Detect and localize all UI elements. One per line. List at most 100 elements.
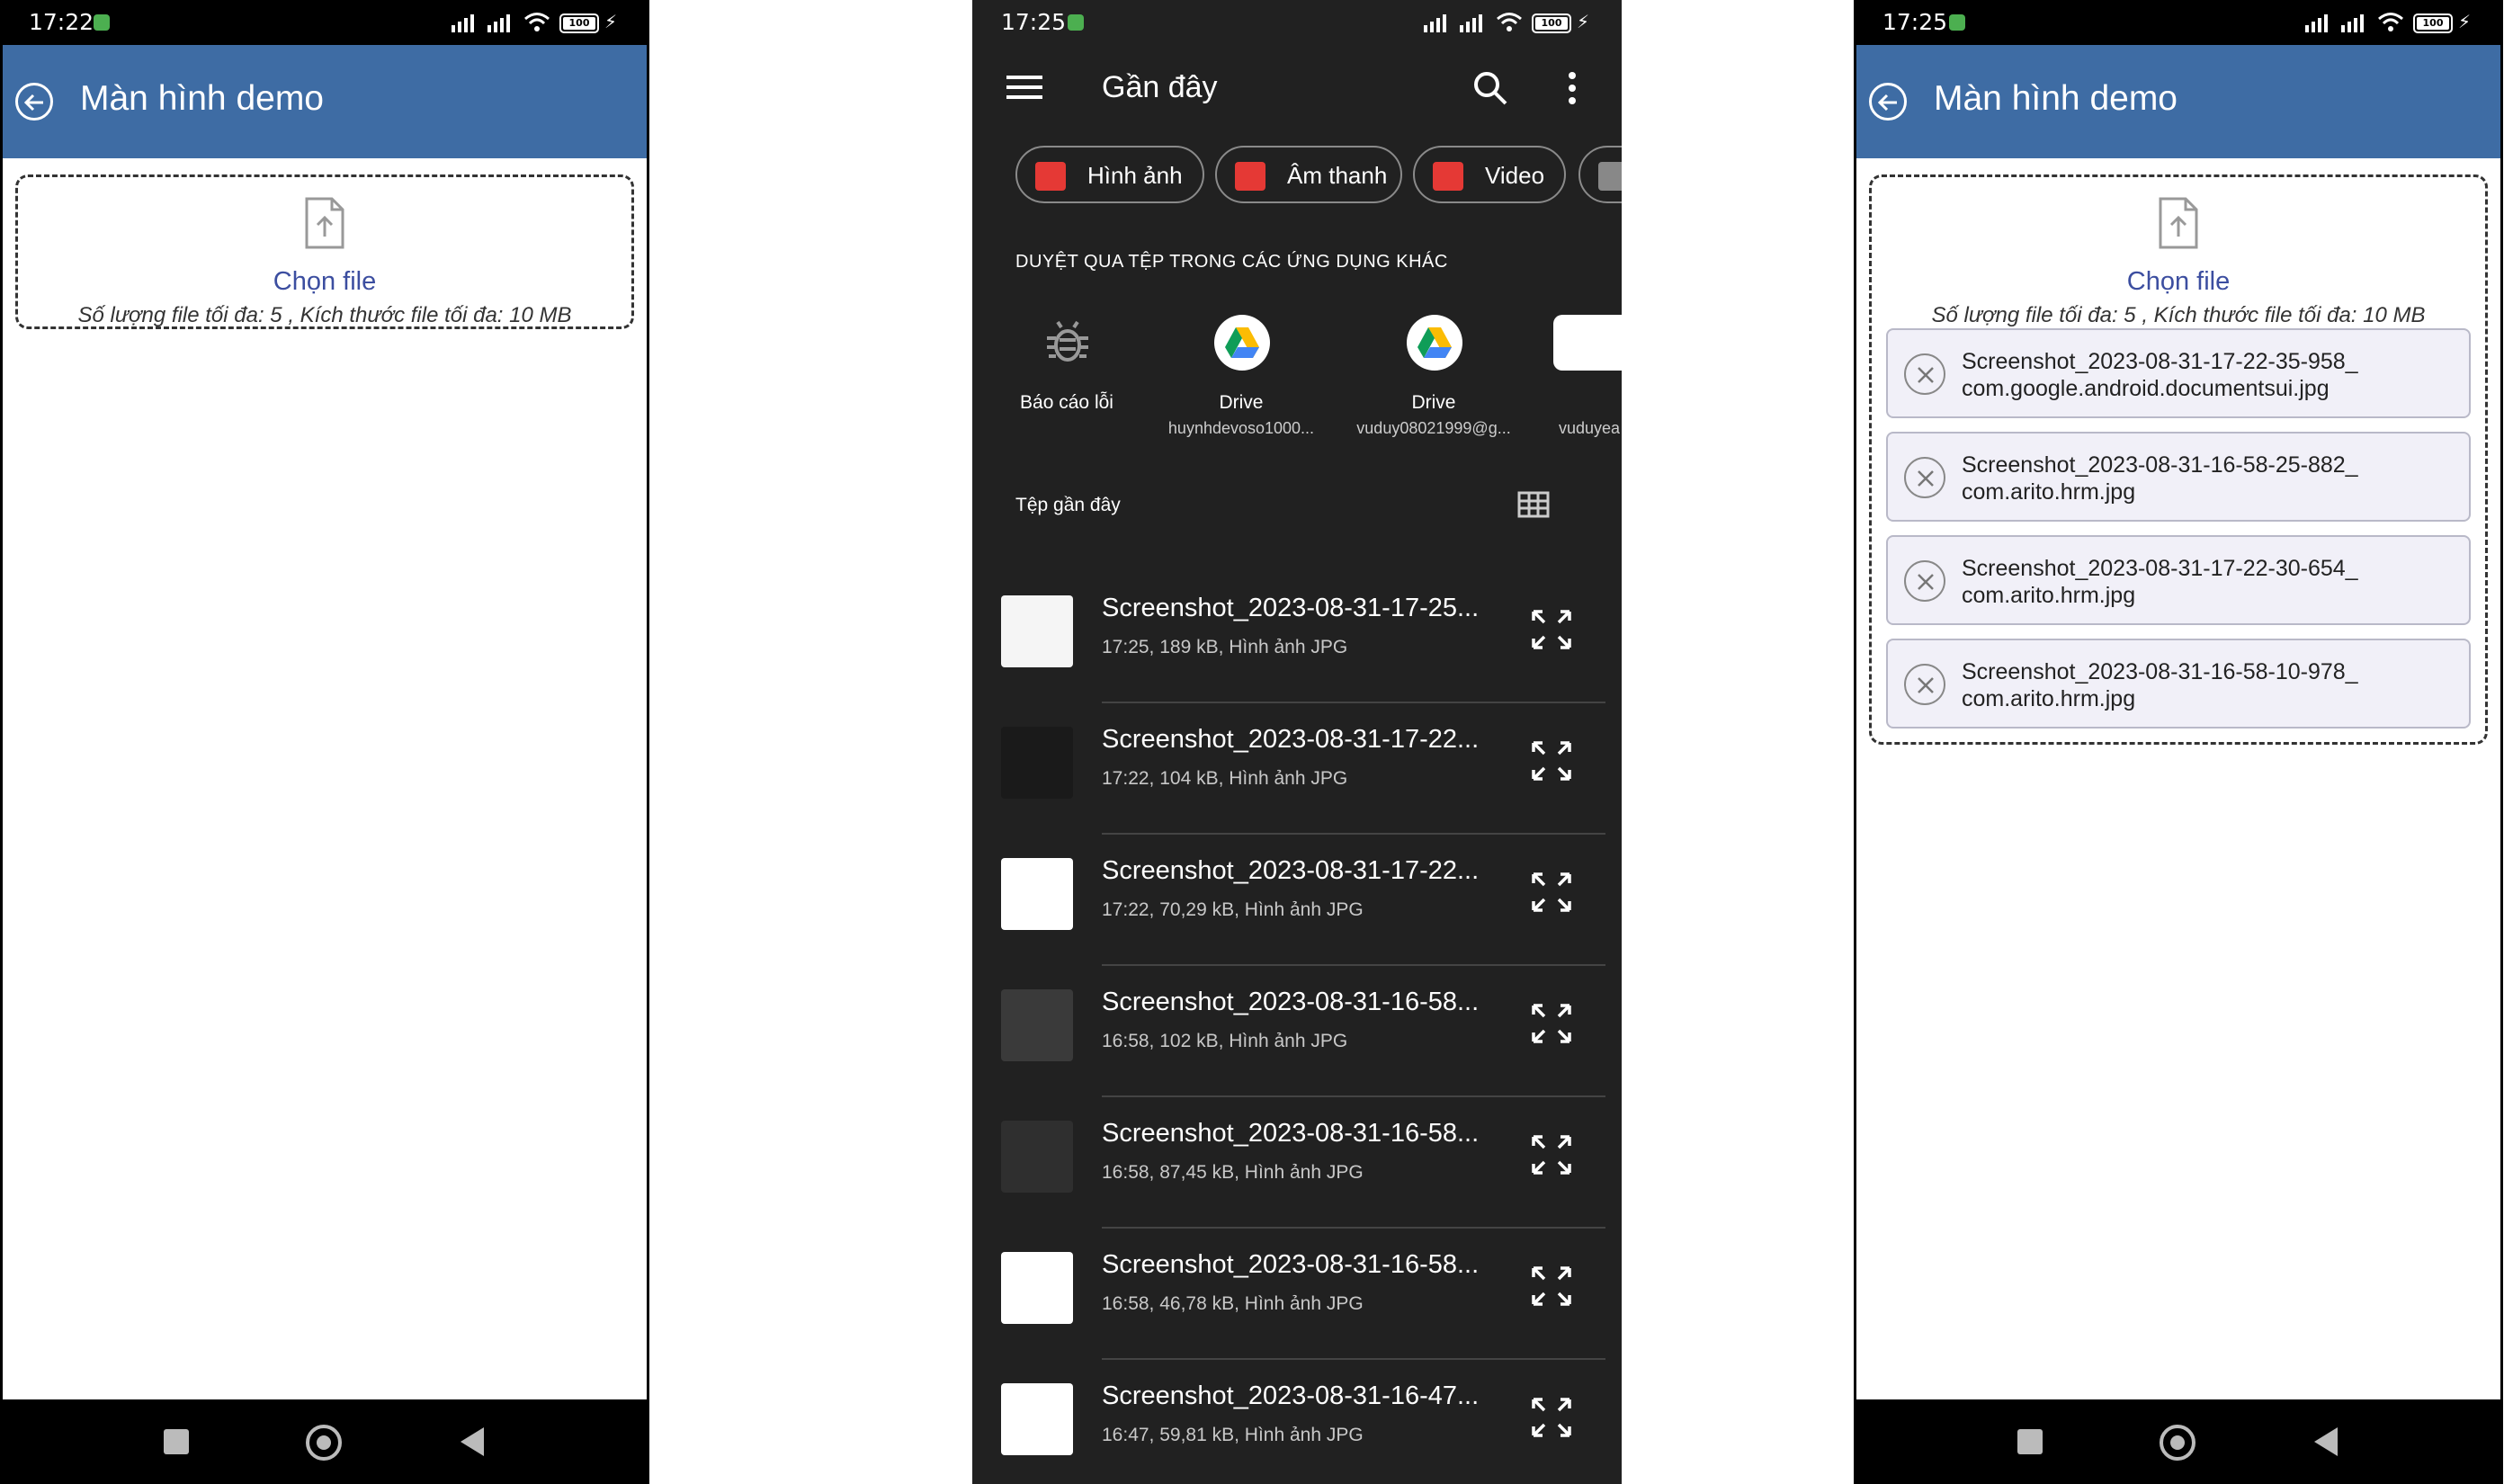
- app-bar: Màn hình demo: [3, 45, 647, 158]
- wifi-icon: [1497, 13, 1522, 31]
- choose-file-link[interactable]: Chọn file: [18, 267, 631, 297]
- charging-icon: ⚡: [1577, 11, 1590, 32]
- file-dropzone[interactable]: Chọn file Số lượng file tối đa: 5 , Kích…: [1869, 174, 2488, 745]
- expand-preview-icon[interactable]: [1530, 1002, 1573, 1045]
- drive-icon: [1407, 315, 1462, 371]
- grid-view-icon[interactable]: [1517, 491, 1550, 518]
- recent-file-row[interactable]: Screenshot_2023-08-31-16-47... 16:47, 59,…: [972, 1360, 1622, 1484]
- chip-label: Âm thanh: [1287, 162, 1388, 189]
- charging-icon: ⚡: [2458, 11, 2472, 32]
- app-account: huynhdevoso1000...: [1167, 419, 1315, 437]
- video-icon: [1433, 162, 1463, 191]
- app-icon: [1553, 315, 1622, 371]
- app-account: vuduyea: [1559, 419, 1621, 437]
- file-meta: 17:22, 104 kB, Hình ảnh JPG: [1102, 768, 1348, 789]
- phone-demo-empty: 17:22 100 ⚡ Màn hình demo Chọn file Số l…: [0, 0, 649, 1484]
- recent-file-row[interactable]: Screenshot_2023-08-31-17-25... 17:25, 189…: [972, 572, 1622, 703]
- more-options-icon[interactable]: [1566, 70, 1578, 106]
- file-thumbnail: [1001, 989, 1073, 1061]
- recent-file-row[interactable]: Screenshot_2023-08-31-16-58... 16:58, 46,…: [972, 1229, 1622, 1360]
- expand-preview-icon[interactable]: [1530, 1265, 1573, 1308]
- file-name: Screenshot_2023-08-31-17-22...: [1102, 856, 1480, 885]
- expand-preview-icon[interactable]: [1530, 1133, 1573, 1176]
- file-name: Screenshot_2023-08-31-17-25...: [1102, 594, 1480, 622]
- remove-file-button[interactable]: [1904, 560, 1945, 602]
- file-limit-hint: Số lượng file tối đa: 5 , Kích thước fil…: [1931, 303, 2426, 327]
- file-upload-icon: [2159, 197, 2198, 249]
- picker-title: Gần đây: [1102, 70, 1218, 104]
- selected-file-card: Screenshot_2023-08-31-16-58-10-978_ com.…: [1886, 639, 2471, 729]
- expand-preview-icon[interactable]: [1530, 871, 1573, 914]
- content-area: Chọn file Số lượng file tối đa: 5 , Kích…: [1856, 158, 2500, 1399]
- app-account: vuduy08021999@g...: [1356, 419, 1511, 437]
- phone-demo-selected: 17:25 100 ⚡ Màn hình demo Chọn file Số l…: [1854, 0, 2503, 1484]
- file-thumbnail: [1001, 858, 1073, 930]
- chip-images[interactable]: Hình ảnh: [1015, 146, 1204, 203]
- choose-file-link[interactable]: Chọn file: [1872, 267, 2485, 297]
- file-meta: 17:22, 70,29 kB, Hình ảnh JPG: [1102, 899, 1364, 920]
- nav-back-button[interactable]: [2314, 1427, 2338, 1456]
- home-button[interactable]: [306, 1425, 342, 1461]
- app-name: Báo cáo lỗi: [1020, 392, 1113, 413]
- app-notification-icon: [1068, 14, 1084, 31]
- expand-preview-icon[interactable]: [1530, 1396, 1573, 1439]
- drive-icon: [1214, 315, 1270, 371]
- signal-icon: [2341, 14, 2364, 32]
- headphones-icon: [1235, 162, 1265, 191]
- status-time: 17:25: [1001, 9, 1067, 35]
- selected-file-name: Screenshot_2023-08-31-16-58-25-882_ com.…: [1962, 452, 2358, 505]
- bug-icon: [1047, 320, 1088, 362]
- file-name: Screenshot_2023-08-31-16-47...: [1102, 1381, 1480, 1410]
- chip-video[interactable]: Video: [1413, 146, 1566, 203]
- recent-file-row[interactable]: Screenshot_2023-08-31-16-58... 16:58, 87,…: [972, 1097, 1622, 1229]
- back-button[interactable]: [15, 83, 53, 121]
- recent-file-row[interactable]: Screenshot_2023-08-31-16-58... 16:58, 102…: [972, 966, 1622, 1097]
- file-name: Screenshot_2023-08-31-16-58...: [1102, 988, 1480, 1016]
- remove-file-button[interactable]: [1904, 664, 1945, 705]
- file-dropzone[interactable]: Chọn file Số lượng file tối đa: 5 , Kích…: [15, 174, 634, 329]
- filter-chips: Hình ảnh Âm thanh Video: [1015, 146, 1622, 205]
- file-thumbnail: [1001, 1252, 1073, 1324]
- signal-icon: [487, 14, 510, 32]
- file-meta: 16:58, 46,78 kB, Hình ảnh JPG: [1102, 1293, 1364, 1314]
- recent-file-row[interactable]: Screenshot_2023-08-31-17-22... 17:22, 104…: [972, 703, 1622, 835]
- menu-icon[interactable]: [1006, 74, 1042, 101]
- close-icon: [1918, 367, 1934, 383]
- app-sources: Báo cáo lỗi Drive huynhdevoso1000... Dri…: [972, 315, 1622, 450]
- wifi-icon: [524, 13, 550, 31]
- remove-file-button[interactable]: [1904, 457, 1945, 498]
- selected-file-name: Screenshot_2023-08-31-16-58-10-978_ com.…: [1962, 659, 2358, 711]
- search-icon[interactable]: [1472, 70, 1508, 106]
- file-thumbnail: [1001, 727, 1073, 799]
- app-name: Drive: [1411, 392, 1456, 413]
- wifi-icon: [2378, 13, 2403, 31]
- chip-documents[interactable]: [1578, 146, 1622, 203]
- file-thumbnail: [1001, 595, 1073, 667]
- remove-file-button[interactable]: [1904, 353, 1945, 395]
- recent-file-row[interactable]: Screenshot_2023-08-31-17-22... 17:22, 70,…: [972, 835, 1622, 966]
- page-title: Màn hình demo: [80, 79, 325, 118]
- chip-audio[interactable]: Âm thanh: [1215, 146, 1402, 203]
- expand-preview-icon[interactable]: [1530, 608, 1573, 651]
- recents-button[interactable]: [164, 1429, 189, 1454]
- home-button[interactable]: [2160, 1425, 2195, 1461]
- selected-file-card: Screenshot_2023-08-31-17-22-35-958_ com.…: [1886, 328, 2471, 418]
- nav-back-button[interactable]: [461, 1427, 484, 1456]
- close-icon: [1918, 470, 1934, 487]
- back-arrow-icon: [1877, 94, 1897, 112]
- back-button[interactable]: [1869, 83, 1907, 121]
- chip-label: Video: [1485, 162, 1545, 189]
- browse-apps-label: DUYỆT QUA TỆP TRONG CÁC ỨNG DỤNG KHÁC: [1015, 252, 1448, 272]
- file-limit-hint: Số lượng file tối đa: 5 , Kích thước fil…: [77, 303, 572, 327]
- document-icon: [1598, 162, 1622, 191]
- charging-icon: ⚡: [604, 11, 618, 32]
- expand-preview-icon[interactable]: [1530, 739, 1573, 782]
- close-icon: [1918, 677, 1934, 693]
- file-name: Screenshot_2023-08-31-16-58...: [1102, 1119, 1480, 1148]
- signal-icon: [1424, 14, 1446, 32]
- recents-button[interactable]: [2017, 1429, 2043, 1454]
- file-meta: 16:47, 59,81 kB, Hình ảnh JPG: [1102, 1425, 1364, 1445]
- back-arrow-icon: [23, 94, 43, 112]
- app-name: Drive: [1219, 392, 1264, 413]
- battery-icon: 100: [559, 13, 599, 33]
